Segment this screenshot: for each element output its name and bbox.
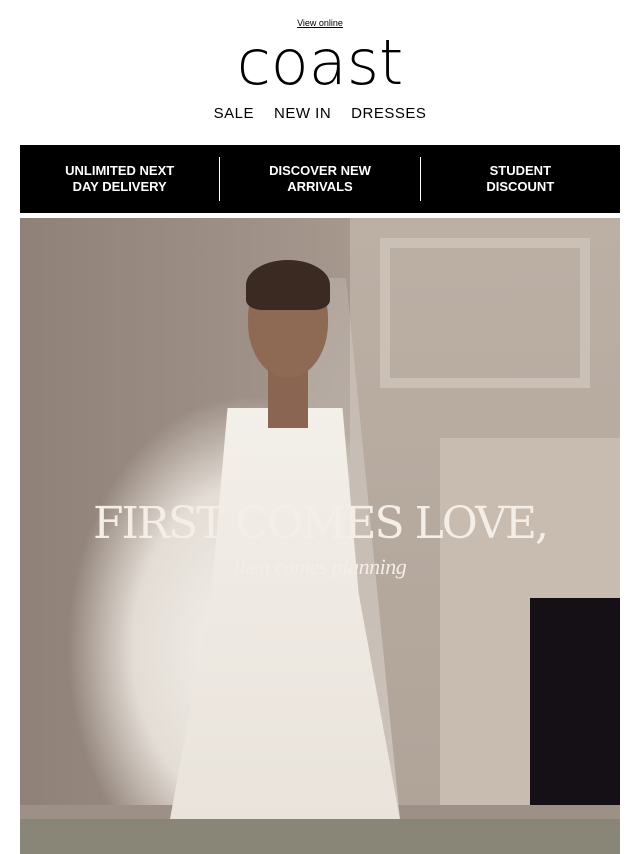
nav-item-sale[interactable]: SALE <box>204 105 264 122</box>
promo-bar: UNLIMITED NEXT DAY DELIVERY DISCOVER NEW… <box>20 145 620 213</box>
promo-next-day-delivery[interactable]: UNLIMITED NEXT DAY DELIVERY <box>20 157 219 201</box>
top-navigation: SALE NEW IN DRESSES <box>0 105 640 122</box>
promo-new-arrivals[interactable]: DISCOVER NEW ARRIVALS <box>220 157 419 201</box>
nav-item-new-in[interactable]: NEW IN <box>264 105 341 122</box>
hero-title: FIRST COMES LOVE, <box>93 498 549 549</box>
hero-subtitle: then comes planning <box>233 554 407 579</box>
promo-student-discount[interactable]: STUDENT DISCOUNT <box>421 157 620 201</box>
nav-item-dresses[interactable]: DRESSES <box>341 105 436 122</box>
next-section-band <box>20 819 620 854</box>
hero-model-hair <box>246 260 330 310</box>
hero-wall-molding <box>380 238 590 388</box>
hero-banner[interactable]: FIRST COMES LOVE, then comes planning <box>20 218 620 819</box>
hero-fireplace-opening <box>530 598 620 819</box>
brand-logo[interactable]: coast <box>0 28 640 98</box>
